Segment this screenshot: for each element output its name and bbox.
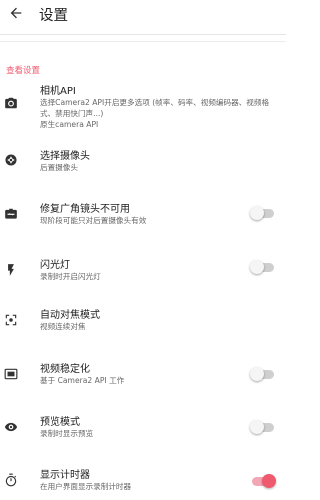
- eye-icon: [4, 422, 18, 432]
- setting-video-stabilization[interactable]: 视频稳定化 基于 Camera2 API 工作: [0, 360, 286, 390]
- setting-flash[interactable]: 闪光灯 录制时开启闪光灯: [0, 256, 286, 286]
- divider: [0, 41, 286, 42]
- setting-subtitle: 视频连续对焦: [40, 322, 86, 331]
- divider: [0, 34, 286, 35]
- camera-icon: [5, 97, 17, 109]
- section-header: 查看设置: [6, 66, 41, 76]
- setting-subtitle: 现阶段可能只对后置摄像头有效: [40, 216, 147, 225]
- flash-icon: [8, 264, 14, 276]
- setting-subtitle: 在用户界面显示录制计时器: [40, 482, 132, 491]
- setting-title: 预览模式: [40, 417, 80, 428]
- timer-icon: [5, 473, 17, 487]
- toggle-switch[interactable]: [250, 474, 276, 488]
- setting-title: 闪光灯: [40, 260, 70, 271]
- setting-subtitle: 后置摄像头: [40, 163, 78, 172]
- switch-camera-icon: [5, 208, 17, 219]
- setting-title: 视频稳定化: [40, 364, 90, 375]
- toggle-switch[interactable]: [250, 420, 276, 434]
- setting-autofocus[interactable]: 自动对焦模式 视频连续对焦: [0, 306, 286, 336]
- setting-value: 原生camera API: [40, 120, 99, 129]
- page-title: 设置: [39, 8, 68, 24]
- setting-select-camera[interactable]: 选择摄像头 后置摄像头: [0, 147, 286, 177]
- shutter-icon: [5, 154, 17, 166]
- app-bar: 设置: [0, 0, 286, 26]
- setting-subtitle: 录制时开启闪光灯: [40, 272, 101, 281]
- setting-camera-api[interactable]: 相机API 选择Camera2 API开启更多选项 (帧率、码率、视频编码器、视…: [0, 82, 286, 134]
- toggle-switch[interactable]: [250, 206, 276, 220]
- stabilization-icon: [4, 368, 18, 380]
- arrow-back-icon: [10, 7, 22, 19]
- setting-subtitle: 基于 Camera2 API 工作: [40, 376, 125, 385]
- toggle-switch[interactable]: [250, 260, 276, 274]
- setting-title: 相机API: [40, 86, 76, 97]
- back-button[interactable]: [6, 3, 26, 23]
- setting-fix-wide-angle[interactable]: 修复广角镜头不可用 现阶段可能只对后置摄像头有效: [0, 200, 286, 230]
- center-focus-icon: [5, 314, 17, 326]
- setting-preview-mode[interactable]: 预览模式 录制时显示预览: [0, 413, 286, 443]
- setting-show-timer[interactable]: 显示计时器 在用户界面显示录制计时器: [0, 466, 286, 496]
- setting-title: 选择摄像头: [40, 151, 90, 162]
- setting-title: 显示计时器: [40, 470, 90, 481]
- setting-subtitle: 选择Camera2 API开启更多选项 (帧率、码率、视频编码器、视频格式、禁用…: [40, 98, 270, 118]
- setting-subtitle: 录制时显示预览: [40, 429, 94, 438]
- setting-title: 修复广角镜头不可用: [40, 204, 130, 215]
- setting-title: 自动对焦模式: [40, 310, 100, 321]
- toggle-switch[interactable]: [250, 367, 276, 381]
